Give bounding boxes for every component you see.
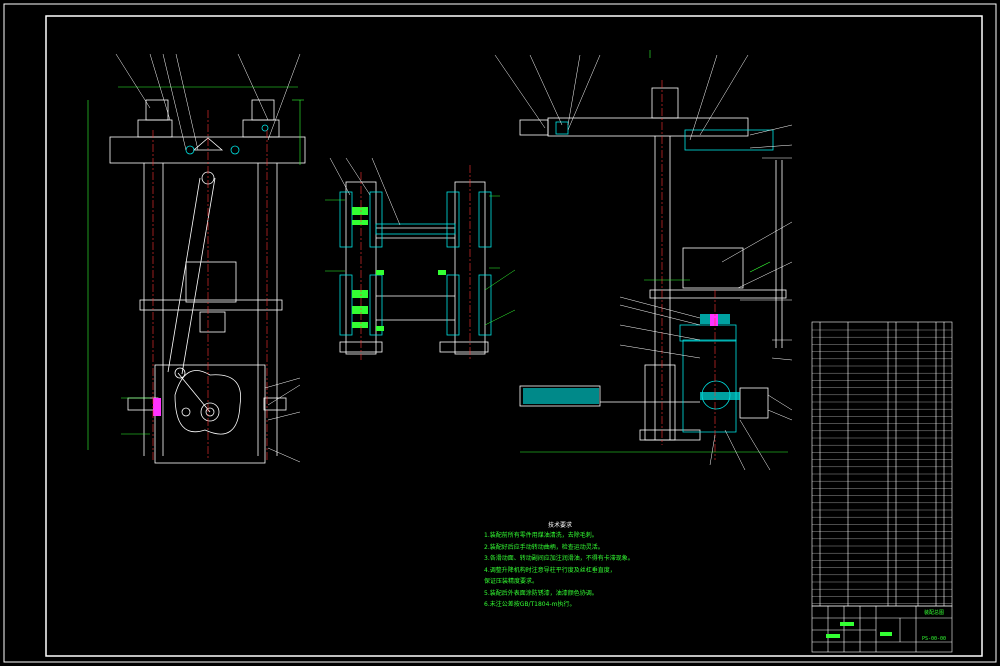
tech-requirement-line: 5.装配后外表面涂防锈漆，油漆颜色协调。 bbox=[484, 589, 598, 597]
side-view-hatch bbox=[555, 121, 774, 433]
tech-requirement-line: 1.装配前所有零件用煤油清洗，去除毛刺。 bbox=[484, 532, 598, 539]
drawing-name: 装配总图 bbox=[924, 609, 944, 616]
tech-requirements: 技术要求 1.装配前所有零件用煤油清洗，去除毛刺。 2.装配好后应手动转动曲柄，… bbox=[484, 522, 784, 611]
side-view-highlight bbox=[710, 314, 718, 326]
tech-requirement-line: 保证压装精度要求。 bbox=[484, 578, 539, 585]
drawing-number: PS-00-00 bbox=[922, 636, 946, 642]
tech-requirement-line: 2.装配好后应手动转动曲柄，检查运动灵活。 bbox=[484, 543, 604, 551]
section-view-parts bbox=[352, 207, 446, 331]
side-view bbox=[519, 87, 787, 441]
bom-table-rows bbox=[812, 329, 952, 604]
front-view-centerlines bbox=[152, 110, 268, 460]
front-view-highlight bbox=[153, 398, 161, 416]
tech-requirement-line: 4.调整升降机构时注意导柱平行度及丝杠垂直度， bbox=[484, 566, 616, 574]
side-view-parts bbox=[523, 314, 740, 404]
tech-requirement-line: 6.未注公差按GB/T1804-m执行。 bbox=[484, 601, 576, 608]
bom-table bbox=[811, 321, 953, 607]
tech-requirements-title: 技术要求 bbox=[548, 522, 573, 529]
front-view bbox=[109, 99, 306, 464]
section-view-leaders bbox=[325, 195, 516, 326]
side-view-leaders bbox=[494, 54, 793, 471]
tech-requirement-line: 3.各滑动面、转动副间应加注润滑油，不得有卡滞现象。 bbox=[484, 555, 634, 562]
